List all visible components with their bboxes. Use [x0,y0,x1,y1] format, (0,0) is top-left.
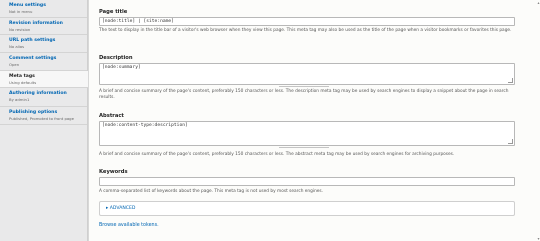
scroll-up-icon[interactable]: ▴ [536,0,540,5]
description-value: [node:summary] [102,65,141,70]
page-title-description: The text to display in the title bar of … [99,28,512,33]
keywords-label: Keywords [99,169,128,175]
resize-handle-icon[interactable] [508,78,513,83]
abstract-value: [node:content-type:description] [102,123,188,128]
vertical-tabs: Menu settings Not in menu Revision infor… [0,0,88,241]
abstract-textarea[interactable]: [node:content-type:description] [99,121,515,146]
abstract-label: Abstract [99,113,124,119]
description-textarea[interactable]: [node:summary] [99,63,515,85]
sidebar-item-authoring-information[interactable]: Authoring information By admin1 [0,88,87,107]
sidebar-item-summary: Not in menu [9,9,33,14]
sidebar-item-summary: By admin1 [9,97,30,102]
sidebar-item-summary: Using defaults [9,80,37,85]
sidebar-item-comment-settings[interactable]: Comment settings Open [0,53,87,71]
sidebar-item-summary: No alias [9,44,25,49]
browse-tokens-link[interactable]: Browse available tokens. [99,223,159,228]
sidebar-item-revision-information[interactable]: Revision information No revision [0,18,87,35]
page-title-label: Page title [99,9,128,15]
abstract-help: A brief and concise summary of the page'… [99,152,455,157]
scroll-down-icon[interactable]: ▾ [536,236,540,241]
advanced-toggle[interactable]: ▸ ADVANCED [106,206,135,211]
sidebar-item-summary: No revision [9,27,31,32]
sidebar-item-summary: Published, Promoted to front page [9,116,74,121]
sidebar-item-url-path-settings[interactable]: URL path settings No alias [0,35,87,53]
sidebar-item-meta-tags[interactable]: Meta tags Using defaults [0,71,88,88]
textarea-grippie[interactable] [279,86,329,87]
meta-tags-panel: Page title [node:title] | [site:name] Th… [88,0,540,241]
description-label: Description [99,55,133,61]
keywords-input[interactable] [99,177,515,186]
advanced-fieldset[interactable]: ▸ ADVANCED [99,201,515,216]
sidebar-item-summary: Open [9,62,20,67]
keywords-help: A comma-separated list of keywords about… [99,189,324,194]
description-help: A brief and concise summary of the page'… [99,89,509,100]
resize-handle-icon[interactable] [508,139,513,144]
sidebar-item-publishing-options[interactable]: Publishing options Published, Promoted t… [0,107,87,125]
sidebar-item-menu-settings[interactable]: Menu settings Not in menu [0,0,87,18]
textarea-grippie[interactable] [279,147,329,148]
page-title-input[interactable]: [node:title] | [site:name] [99,17,515,26]
